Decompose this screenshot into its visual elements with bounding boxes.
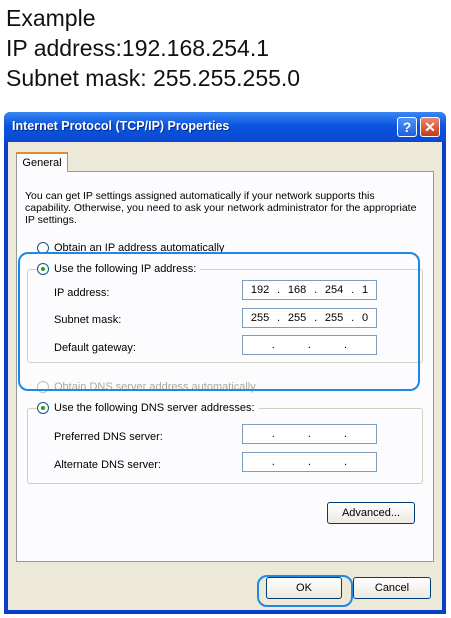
ok-button-highlight — [257, 575, 353, 607]
use-following-dns-radio[interactable]: Use the following DNS server addresses: — [37, 402, 259, 414]
caption-ip-address: IP address:192.168.254.1 — [6, 35, 270, 61]
radio-checked-icon — [37, 402, 49, 414]
help-icon: ? — [402, 119, 412, 135]
intro-text: You can get IP settings assigned automat… — [25, 190, 417, 226]
use-following-dns-label: Use the following DNS server addresses: — [54, 402, 255, 414]
alternate-dns-label: Alternate DNS server: — [54, 459, 161, 471]
advanced-button[interactable]: Advanced... — [327, 502, 415, 524]
ip-settings-highlight — [18, 252, 420, 391]
close-button[interactable]: ✕ — [420, 117, 440, 137]
alternate-dns-input[interactable]: . . . — [242, 452, 377, 472]
caption-example: Example — [6, 5, 96, 31]
close-icon: ✕ — [424, 119, 436, 135]
preferred-dns-label: Preferred DNS server: — [54, 431, 163, 443]
dns-server-group: Preferred DNS server: . . . Alternate DN… — [27, 408, 423, 484]
title-bar[interactable]: Internet Protocol (TCP/IP) Properties ? … — [4, 112, 446, 142]
caption-subnet-mask: Subnet mask: 255.255.255.0 — [6, 65, 301, 91]
tab-general[interactable]: General — [16, 152, 68, 172]
cancel-button[interactable]: Cancel — [353, 577, 431, 599]
help-button[interactable]: ? — [397, 117, 417, 137]
preferred-dns-input[interactable]: . . . — [242, 424, 377, 444]
window-title: Internet Protocol (TCP/IP) Properties — [12, 119, 230, 133]
